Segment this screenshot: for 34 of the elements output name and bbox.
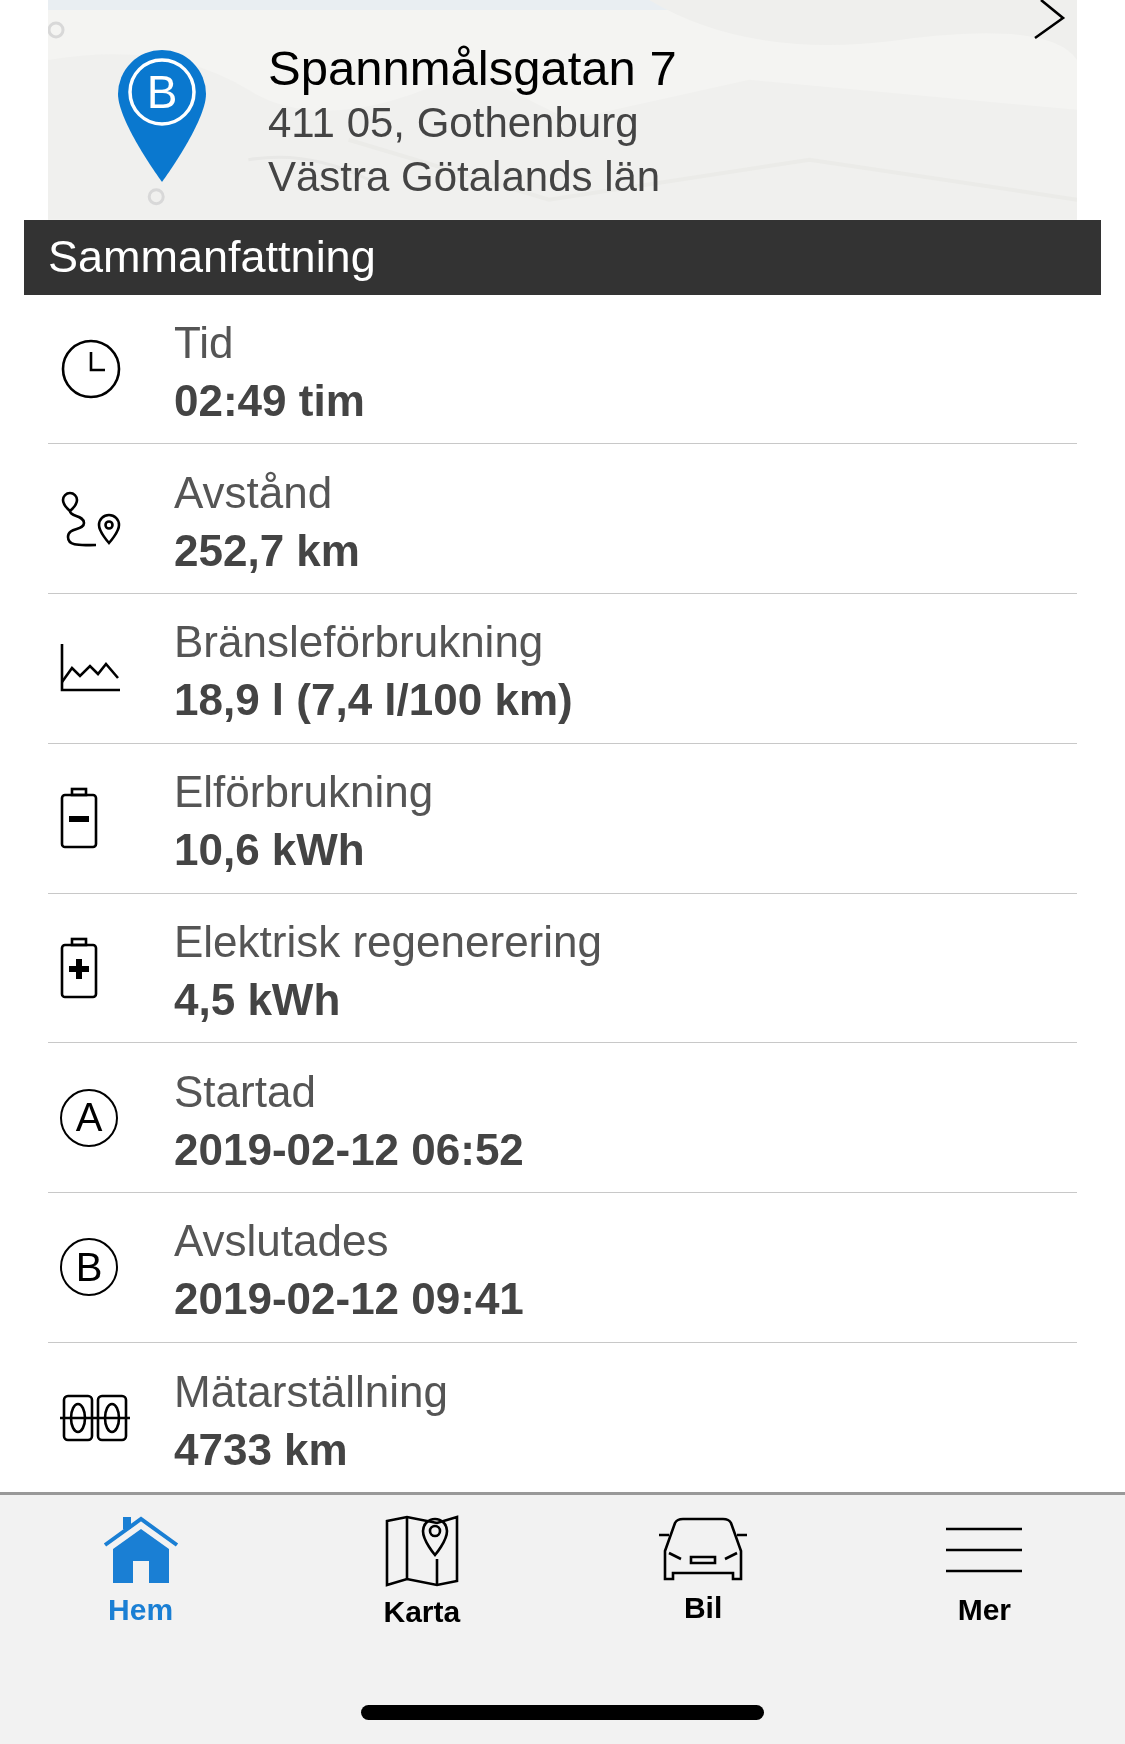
stat-label: Bränsleförbrukning [174, 616, 545, 669]
clock-icon [60, 337, 122, 400]
stat-label: Elektrisk regenerering [174, 915, 602, 968]
stat-label: Avstånd [174, 466, 334, 519]
map-icon [384, 1515, 459, 1588]
stat-value: 10,6 kWh [174, 824, 366, 877]
pin-icon: B [116, 48, 208, 184]
stat-value: 2019-02-12 06:52 [174, 1123, 524, 1176]
chart-icon [60, 644, 122, 693]
battery-plus-icon [60, 936, 98, 999]
tab-item[interactable]: Karta [281, 1515, 563, 1630]
stat-label: Elförbrukning [174, 766, 434, 819]
battery-minus-icon [60, 787, 98, 850]
postal-city: 411 05, Gothenburg [268, 98, 640, 148]
tab-item[interactable]: Mer [843, 1515, 1125, 1630]
stat-value: 02:49 tim [174, 374, 365, 427]
stat-label: Tid [174, 316, 235, 369]
letter-icon: B [60, 1238, 118, 1297]
stat-value: 252,7 km [174, 524, 360, 577]
tab-item[interactable]: Bil [562, 1515, 844, 1630]
stat-value: 4,5 kWh [174, 973, 342, 1026]
region-name: Västra Götalands län [268, 152, 662, 202]
tab-item[interactable]: Hem [0, 1515, 282, 1630]
letter-icon: A [60, 1088, 118, 1147]
stat-value: 4733 km [174, 1423, 349, 1476]
stat-value: 2019-02-12 09:41 [174, 1273, 524, 1326]
stat-label: Mätarställning [174, 1365, 448, 1418]
section-title: Sammanfattning [48, 231, 376, 284]
stat-label: Avslutades [174, 1215, 390, 1268]
odometer-icon [60, 1393, 130, 1442]
stat-value: 18,9 l (7,4 l/100 km) [174, 674, 573, 727]
stat-label: Startad [174, 1065, 317, 1118]
street-address: Spannmålsgatan 7 [268, 40, 677, 96]
home-icon [102, 1515, 179, 1586]
